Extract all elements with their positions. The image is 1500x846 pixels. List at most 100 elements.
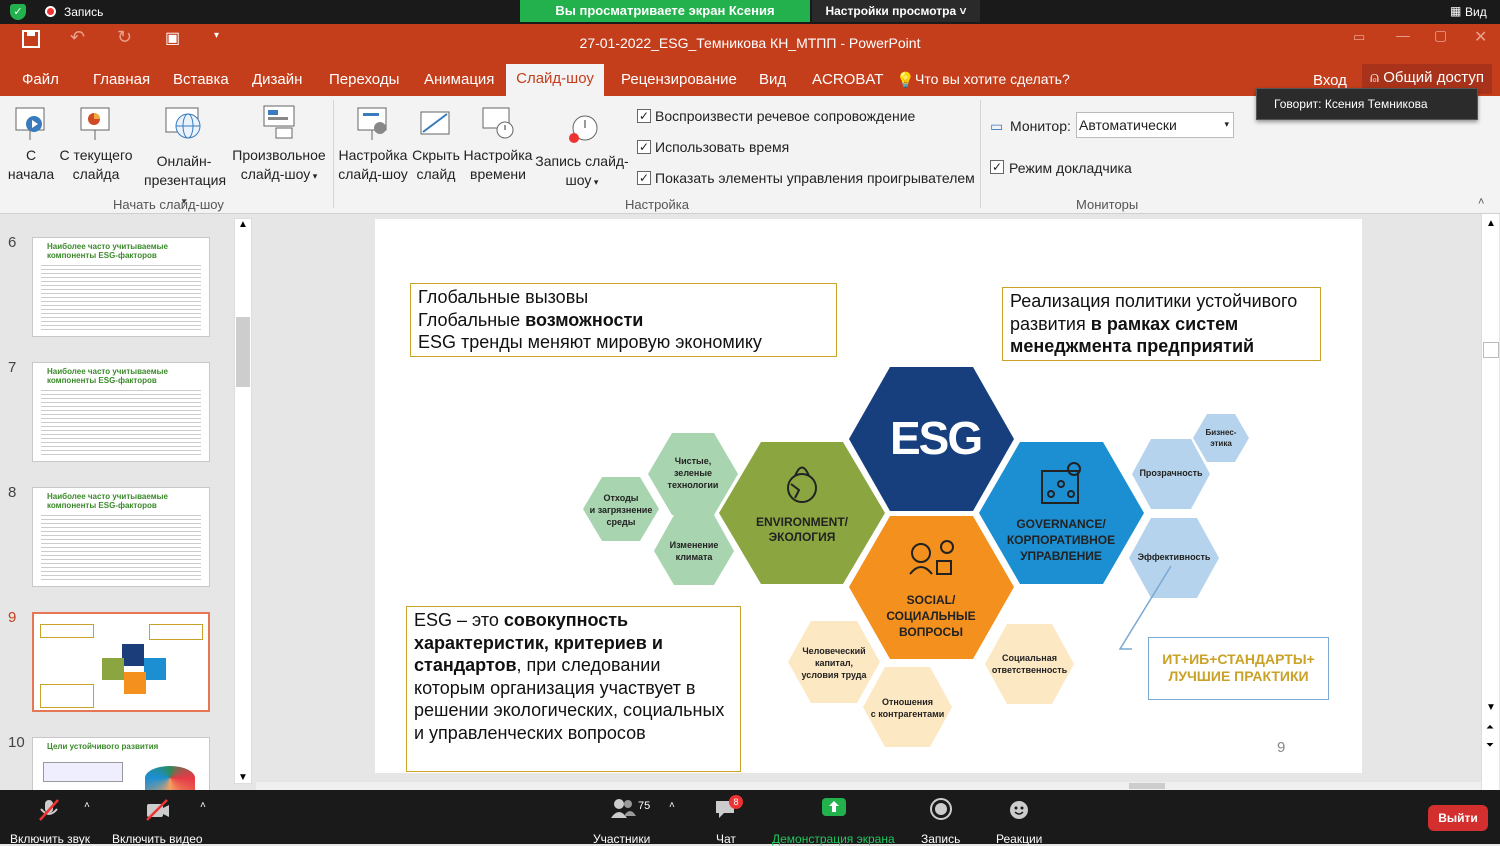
thumb-title: Цели устойчивого развития [47, 742, 159, 751]
custom-slideshow-button[interactable]: Произвольное слайд-шоу ▾ [228, 104, 330, 186]
shield-icon: ✓ [10, 4, 26, 20]
audio-options-icon[interactable]: ˄ [84, 800, 90, 811]
sharing-banner: Вы просматриваете экран Ксения Темникова [520, 0, 810, 40]
mic-muted-icon [39, 799, 59, 821]
present-icon[interactable]: ▣ [165, 28, 180, 48]
chat-button[interactable]: 8 Чат [705, 790, 745, 846]
tab-transitions[interactable]: Переходы [329, 71, 399, 88]
zoom-bottom-bar: Включить звук ˄ Включить видео ˄ 75 Учас… [0, 790, 1500, 846]
thumbnail-slide-6[interactable]: Наиболее часто учитываемые компоненты ES… [32, 237, 210, 337]
scroll-down-icon[interactable]: ▼ [238, 772, 248, 783]
scroll-thumb[interactable] [1483, 342, 1499, 358]
online-presentation-button[interactable]: Онлайн- презентация ▾ [144, 104, 227, 211]
person-add-icon: ⍝ [1370, 69, 1380, 86]
thumbnail-slide-10[interactable]: Цели устойчивого развития [32, 737, 210, 790]
thumb-number: 7 [8, 359, 17, 376]
record-button[interactable]: Запись [916, 790, 966, 846]
grid-icon: ▦ [1450, 4, 1462, 18]
title-bar: ↶ ↻ ▣ ▾ 27-01-2022_ESG_Темникова КН_МТПП… [0, 24, 1500, 64]
record-dot-icon [45, 6, 56, 17]
rehearse-timings-button[interactable]: Настройка времени [462, 104, 534, 184]
tab-design[interactable]: Дизайн [252, 71, 302, 88]
hex-environment [719, 442, 885, 584]
thumbnail-slide-9-selected[interactable] [32, 612, 210, 712]
scroll-up-icon[interactable]: ▲ [238, 219, 248, 230]
tab-animation[interactable]: Анимация [424, 71, 494, 88]
esg-center-label: ESG [890, 412, 983, 464]
monitor-select[interactable]: Автоматически ▾ [1076, 112, 1234, 138]
narration-checkbox[interactable]: ✓ [637, 109, 651, 123]
tab-acrobat[interactable]: ACROBAT [812, 71, 883, 88]
scroll-down-icon[interactable]: ▼ [1486, 702, 1496, 713]
view-settings-label: Настройки просмотра [825, 4, 957, 18]
maximize-icon[interactable]: ▢ [1434, 27, 1447, 44]
undo-icon[interactable]: ↶ [70, 27, 85, 48]
record-timer-icon [569, 115, 598, 143]
social-label: SOCIAL/ СОЦИАЛЬНЫЕ ВОПРОСЫ [886, 593, 976, 639]
minimize-icon[interactable]: — [1396, 27, 1410, 43]
from-current-button[interactable]: С текущего слайда [58, 104, 134, 184]
thumbnail-slide-7[interactable]: Наиболее часто учитываемые компоненты ES… [32, 362, 210, 462]
next-slide-icon[interactable]: ⏷ [1486, 740, 1494, 751]
video-options-icon[interactable]: ˄ [200, 800, 206, 811]
ethics-label: Бизнес- этика [1205, 428, 1237, 448]
presenter-view-checkbox[interactable]: ✓ [990, 160, 1004, 174]
tab-slideshow[interactable]: Слайд-шоу [506, 64, 604, 96]
slide-scrollbar[interactable]: ▲ ▼ ⏶ ⏷ [1481, 214, 1499, 790]
view-button[interactable]: Вид [1465, 5, 1487, 19]
video-off-icon [146, 799, 169, 821]
tab-review[interactable]: Рецензирование [621, 71, 737, 88]
tab-home[interactable]: Главная [93, 71, 150, 88]
tab-file[interactable]: Файл [22, 71, 59, 88]
from-beginning-button[interactable]: С начала [6, 104, 56, 184]
view-settings-button[interactable]: Настройки просмотра ˅ [812, 0, 980, 22]
prev-slide-icon[interactable]: ⏶ [1486, 722, 1494, 733]
collapse-ribbon-icon[interactable]: ˄ [1478, 196, 1484, 208]
tab-view[interactable]: Вид [759, 71, 786, 88]
record-slideshow-button[interactable]: Запись слайд- шоу ▾ [534, 110, 630, 192]
group-monitors-label: Мониторы [1076, 197, 1139, 212]
efficiency-label: Эффективность [1137, 552, 1211, 562]
setup-slideshow-button[interactable]: Настройка слайд-шоу [336, 104, 410, 184]
qat-customize-icon[interactable]: ▾ [214, 30, 219, 41]
setup-show-icon [357, 107, 387, 140]
lightbulb-icon: 💡 [896, 72, 915, 89]
redo-icon[interactable]: ↻ [117, 27, 132, 48]
speaker-name: Говорит: Ксения Темникова [1274, 97, 1428, 111]
ribbon-display-icon[interactable]: ▭ [1353, 29, 1365, 45]
hide-slide-button[interactable]: Скрыть слайд [410, 104, 462, 184]
thumb-title: Наиболее часто учитываемые компоненты ES… [47, 242, 168, 260]
speaker-tooltip: Говорит: Ксения Темникова [1256, 88, 1478, 120]
tab-insert[interactable]: Вставка [173, 71, 229, 88]
thumbs-scrollbar[interactable]: ▲ ▼ [234, 218, 252, 784]
narration-label: Воспроизвести речевое сопровождение [655, 108, 916, 124]
participants-button[interactable]: 75 Участники [590, 790, 656, 846]
slide-thumbnails-pane: 6 Наиболее часто учитываемые компоненты … [0, 214, 256, 790]
from-current-label: С текущего слайда [59, 147, 133, 182]
slide-canvas: Глобальные вызовы Глобальные возможности E… [375, 219, 1362, 773]
scroll-up-icon[interactable]: ▲ [1486, 218, 1496, 229]
share-screen-button[interactable]: Демонстрация экрана [768, 790, 898, 846]
online-label: Онлайн- презентация [144, 153, 227, 188]
thumb-number: 9 [8, 609, 17, 626]
mute-button[interactable]: Включить звук [0, 790, 100, 846]
setup-label: Настройка слайд-шоу [338, 147, 408, 182]
login-link[interactable]: Вход [1313, 72, 1347, 89]
horizontal-scrollbar[interactable] [256, 782, 1481, 790]
save-icon[interactable] [22, 30, 40, 48]
leave-button[interactable]: Выйти [1428, 805, 1488, 831]
reactions-button[interactable]: Реакции [993, 790, 1047, 846]
participants-options-icon[interactable]: ˄ [669, 800, 675, 811]
monitor-value: Автоматически [1079, 117, 1177, 133]
scroll-thumb[interactable] [236, 317, 250, 387]
controls-checkbox[interactable]: ✓ [637, 171, 651, 185]
custom-show-icon [263, 105, 295, 139]
hide-slide-icon [420, 111, 450, 135]
tell-me-input[interactable]: Что вы хотите сделать? [915, 71, 1070, 87]
chat-badge: 8 [729, 795, 743, 809]
thumb-title: Наиболее часто учитываемые компоненты ES… [47, 367, 168, 385]
close-icon[interactable]: ✕ [1474, 27, 1487, 47]
video-button[interactable]: Включить видео [108, 790, 208, 846]
thumbnail-slide-8[interactable]: Наиболее часто учитываемые компоненты ES… [32, 487, 210, 587]
timings-checkbox[interactable]: ✓ [637, 140, 651, 154]
